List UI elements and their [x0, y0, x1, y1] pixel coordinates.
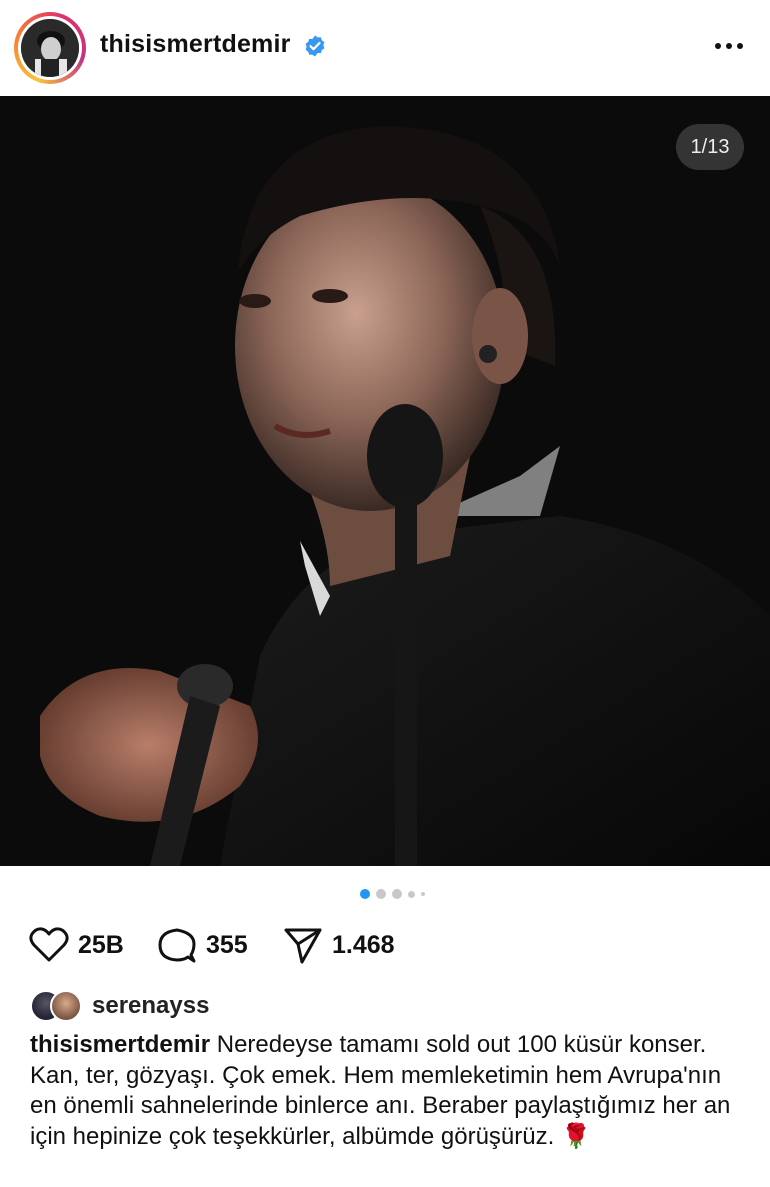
carousel-dot — [408, 890, 415, 898]
comment-bubble-icon — [158, 928, 196, 963]
carousel-dot — [376, 889, 386, 899]
carousel-dot — [421, 892, 425, 896]
liked-by-username[interactable]: serenayss — [92, 992, 209, 1020]
send-icon — [284, 928, 322, 964]
comment-button[interactable]: 355 — [156, 924, 248, 966]
liked-by-row[interactable]: serenayss — [30, 988, 209, 1024]
avatar-photo — [21, 19, 79, 77]
carousel-dot — [392, 889, 402, 899]
more-options-icon[interactable] — [712, 34, 746, 58]
share-button[interactable]: 1.468 — [282, 924, 395, 966]
comment-count[interactable]: 355 — [206, 931, 248, 960]
carousel-dots — [360, 888, 425, 900]
post-header: thisismertdemir — [0, 0, 770, 96]
image-counter: 1/13 — [676, 124, 744, 170]
heart-icon — [29, 927, 69, 962]
like-count[interactable]: 25B — [78, 931, 124, 960]
like-button[interactable]: 25B — [28, 924, 124, 966]
concert-photo — [0, 96, 770, 866]
post-caption: thisismertdemir Neredeyse tamamı sold ou… — [30, 1030, 750, 1152]
action-bar: 25B 355 1.468 — [28, 924, 748, 966]
post-username[interactable]: thisismertdemir — [100, 30, 291, 59]
carousel-dot-active — [360, 889, 370, 899]
profile-avatar[interactable] — [14, 12, 86, 84]
share-count[interactable]: 1.468 — [332, 931, 395, 960]
caption-username[interactable]: thisismertdemir — [30, 1031, 210, 1058]
liker-avatar — [50, 990, 82, 1022]
rose-emoji: 🌹 — [560, 1122, 591, 1150]
verified-badge-icon — [305, 35, 325, 57]
post-photo[interactable]: 1/13 — [0, 96, 770, 866]
